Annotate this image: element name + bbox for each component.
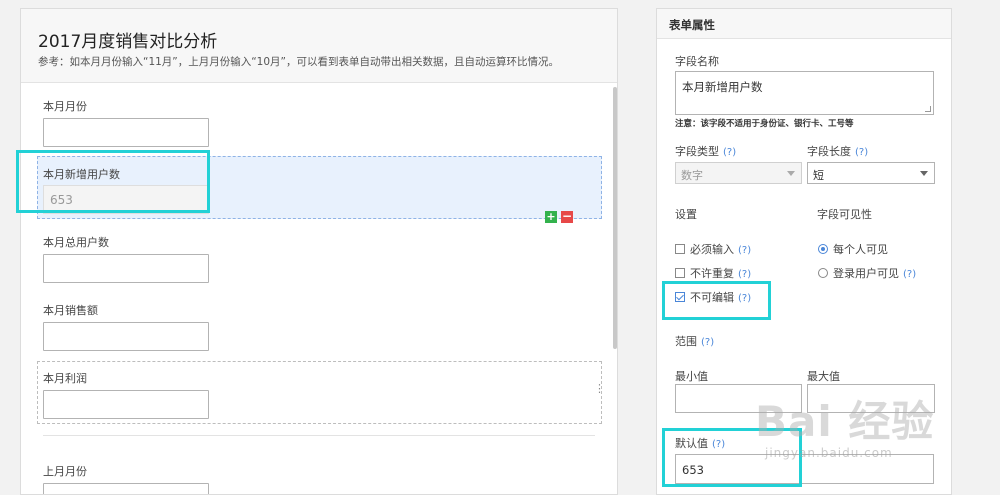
field-type-value: 数字	[681, 169, 703, 182]
form-canvas: 2017月度销售对比分析 参考：如本月月份输入“11月”，上月月份输入“10月”…	[20, 8, 618, 495]
field-label-sales: 本月销售额	[43, 304, 98, 317]
form-description: 参考：如本月月份输入“11月”，上月月份输入“10月”，可以看到表单自动带出相关…	[38, 56, 559, 68]
field-length-label-text: 字段长度	[807, 145, 851, 158]
required-help-icon[interactable]: (?)	[738, 245, 751, 256]
field-length-value: 短	[813, 169, 824, 182]
total-users-input[interactable]	[43, 254, 209, 283]
everyone-radio[interactable]	[818, 244, 828, 254]
remove-field-button[interactable]: −	[561, 210, 573, 223]
logged-in-label: 登录用户可见	[833, 267, 899, 280]
field-type-label-text: 字段类型	[675, 145, 719, 158]
chevron-down-icon	[787, 171, 795, 176]
logged-in-help-icon[interactable]: (?)	[903, 269, 916, 280]
field-type-help-icon[interactable]: (?)	[723, 147, 736, 158]
range-label: 范围 (?)	[675, 333, 714, 349]
field-length-select[interactable]: 短	[807, 162, 935, 184]
properties-panel: 表单属性 字段名称 本月新增用户数 注意：该字段不适用于身份证、银行卡、工号等 …	[656, 8, 952, 495]
logged-in-radio[interactable]	[818, 268, 828, 278]
min-label: 最小值	[675, 370, 708, 383]
field-label-profit: 本月利润	[43, 372, 87, 385]
section-divider	[43, 435, 595, 436]
visibility-label: 字段可见性	[817, 208, 872, 221]
min-value-input[interactable]	[675, 384, 802, 413]
required-checkbox[interactable]	[675, 244, 685, 254]
highlight-readonly-option	[662, 281, 771, 320]
form-scrollbar[interactable]	[613, 87, 617, 349]
field-type-label: 字段类型 (?)	[675, 143, 736, 159]
range-help-icon[interactable]: (?)	[701, 337, 714, 348]
range-label-text: 范围	[675, 335, 697, 348]
field-name-textarea[interactable]: 本月新增用户数	[675, 71, 934, 115]
profit-input[interactable]	[43, 390, 209, 419]
field-name-note: 注意：该字段不适用于身份证、银行卡、工号等	[675, 119, 854, 129]
required-option: 必须输入 (?)	[690, 241, 751, 257]
drag-handle-icon[interactable]: ⋮	[594, 383, 605, 394]
properties-header: 表单属性	[657, 9, 951, 39]
sales-input[interactable]	[43, 322, 209, 351]
field-name-value: 本月新增用户数	[682, 80, 763, 94]
max-label: 最大值	[807, 370, 840, 383]
field-label-current-month: 本月月份	[43, 100, 87, 113]
field-length-help-icon[interactable]: (?)	[855, 147, 868, 158]
field-label-total-users: 本月总用户数	[43, 236, 109, 249]
current-month-input[interactable]	[43, 118, 209, 147]
required-label: 必须输入	[690, 243, 734, 256]
highlight-selected-field	[16, 150, 210, 213]
field-length-label: 字段长度 (?)	[807, 143, 868, 159]
chevron-down-icon	[920, 171, 928, 176]
form-header: 2017月度销售对比分析 参考：如本月月份输入“11月”，上月月份输入“10月”…	[21, 9, 617, 83]
last-month-input[interactable]	[43, 483, 209, 494]
settings-label: 设置	[675, 208, 697, 221]
resize-grip-icon[interactable]	[925, 106, 931, 112]
highlight-default-value	[662, 428, 802, 487]
logged-in-option: 登录用户可见 (?)	[833, 265, 916, 281]
no-duplicate-help-icon[interactable]: (?)	[738, 269, 751, 280]
field-type-select[interactable]: 数字	[675, 162, 802, 184]
form-title: 2017月度销售对比分析	[38, 32, 218, 52]
everyone-label: 每个人可见	[833, 243, 888, 256]
no-duplicate-checkbox[interactable]	[675, 268, 685, 278]
no-duplicate-label: 不许重复	[690, 267, 734, 280]
add-field-button[interactable]: +	[545, 211, 557, 223]
properties-title: 表单属性	[669, 18, 715, 32]
field-name-label: 字段名称	[675, 55, 719, 68]
field-label-last-month: 上月月份	[43, 465, 87, 478]
max-value-input[interactable]	[807, 384, 935, 413]
no-duplicate-option: 不许重复 (?)	[690, 265, 751, 281]
